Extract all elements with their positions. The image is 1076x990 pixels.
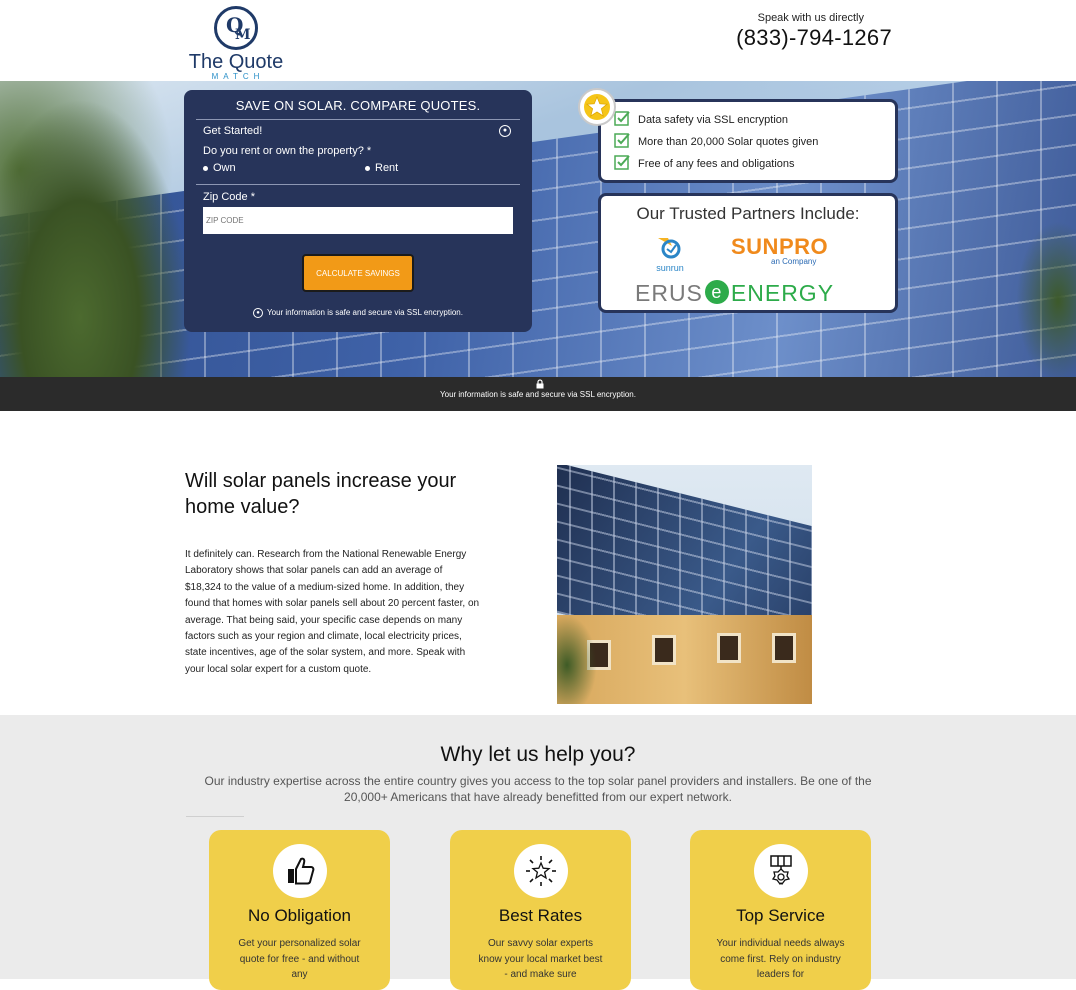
partners-card: Our Trusted Partners Include: sunrun SUN…: [598, 193, 898, 313]
feature-text: Our savvy solar experts know your local …: [478, 938, 603, 980]
energy-text: ENERGY: [730, 280, 835, 306]
hero-section: SAVE ON SOLAR. COMPARE QUOTES. Get Start…: [0, 81, 1076, 377]
checkbox-check-icon: [614, 155, 630, 170]
lock-icon: ●: [499, 125, 511, 137]
thumbs-up-icon: [272, 844, 327, 898]
star-badge-icon: [513, 844, 568, 898]
hero-trees-right: [1016, 221, 1076, 377]
article-title: Will solar panels increase your home val…: [185, 470, 457, 518]
secure-note-text: Your information is safe and secure via …: [267, 308, 463, 318]
radio-dot-icon: [365, 165, 370, 171]
checkbox-check-icon: [614, 133, 630, 148]
trust-item: More than 20,000 Solar quotes given: [614, 133, 819, 148]
feature-card-best-rates: Best Rates Our savvy solar experts know …: [450, 830, 631, 990]
trust-item: Free of any fees and obligations: [614, 155, 795, 170]
logo[interactable]: QM The Quote MATCH: [184, 6, 288, 81]
house-window: [717, 633, 741, 663]
security-strip-text: Your information is safe and secure via …: [440, 390, 636, 399]
feature-text: Your individual needs always come first.…: [716, 938, 845, 980]
lock-icon: [536, 379, 544, 389]
shield-icon: ●: [253, 308, 264, 318]
sunrun-logo: sunrun: [645, 236, 695, 273]
why-section: Why let us help you? Our industry expert…: [0, 715, 1076, 990]
why-title: Why let us help you?: [440, 743, 636, 766]
radio-own-label: Own: [213, 162, 236, 174]
get-started-label: Get Started!: [203, 125, 263, 137]
article-body: It definitely can. Research from the Nat…: [185, 549, 480, 675]
phone-block: Speak with us directly (833)-794-1267: [736, 12, 892, 51]
feature-title: Top Service: [736, 906, 825, 925]
secure-note: ● Your information is safe and secure via…: [184, 308, 532, 318]
trust-item-text: More than 20,000 Solar quotes given: [638, 136, 819, 148]
form-divider: [196, 184, 520, 185]
trust-item-text: Data safety via SSL encryption: [638, 114, 789, 126]
form-divider: [196, 119, 520, 120]
star-badge-icon: [578, 88, 616, 126]
radio-rent[interactable]: Rent: [365, 162, 398, 174]
logo-subtitle: MATCH: [211, 72, 265, 81]
radio-rent-label: Rent: [375, 162, 399, 174]
partners-title: Our Trusted Partners Include:: [636, 204, 860, 223]
why-subtitle: Our industry expertise across the entire…: [204, 774, 872, 804]
erus-energy-logo: ERUS e ENERGY: [635, 280, 834, 307]
phone-caption: Speak with us directly: [757, 12, 864, 24]
security-strip: Your information is safe and secure via …: [0, 377, 1076, 411]
trust-item: Data safety via SSL encryption: [614, 111, 789, 126]
logo-mark-icon: QM: [214, 6, 258, 50]
house-tree: [557, 615, 597, 704]
trust-item-text: Free of any fees and obligations: [638, 158, 795, 170]
quote-form: SAVE ON SOLAR. COMPARE QUOTES. Get Start…: [184, 90, 532, 332]
house-solar-photo: [557, 465, 812, 704]
site-header: QM The Quote MATCH Speak with us directl…: [0, 0, 1076, 81]
checkbox-check-icon: [614, 111, 630, 126]
zip-code-input[interactable]: [203, 207, 513, 234]
zip-label: Zip Code *: [203, 191, 255, 203]
house-window: [652, 635, 676, 665]
radio-own[interactable]: Own: [203, 162, 236, 174]
hero-trees: [0, 81, 200, 377]
sunpro-subtitle: an Company: [771, 257, 817, 266]
radio-dot-icon: [203, 165, 208, 171]
section-divider: [186, 816, 244, 817]
ownership-question: Do you rent or own the property? *: [203, 145, 372, 157]
feature-title: Best Rates: [498, 906, 583, 925]
erus-text: ERUS: [635, 280, 703, 306]
feature-card-no-obligation: No Obligation Get your personalized sola…: [209, 830, 390, 990]
house-window: [772, 633, 796, 663]
feature-card-top-service: Top Service Your individual needs always…: [690, 830, 871, 990]
phone-number-link[interactable]: (833)-794-1267: [736, 25, 892, 51]
medal-icon: [753, 844, 808, 898]
erus-e-icon: e: [704, 280, 729, 304]
form-title: SAVE ON SOLAR. COMPARE QUOTES.: [235, 98, 481, 113]
feature-text: Get your personalized solar quote for fr…: [238, 938, 361, 980]
sunrun-label: sunrun: [656, 263, 684, 273]
logo-name: The Quote: [188, 51, 284, 73]
sunrun-logo-icon: [658, 238, 681, 259]
feature-title: No Obligation: [247, 906, 351, 925]
trust-card: Data safety via SSL encryption More than…: [598, 99, 898, 183]
calculate-savings-button[interactable]: CALCULATE SAVINGS: [302, 254, 414, 292]
